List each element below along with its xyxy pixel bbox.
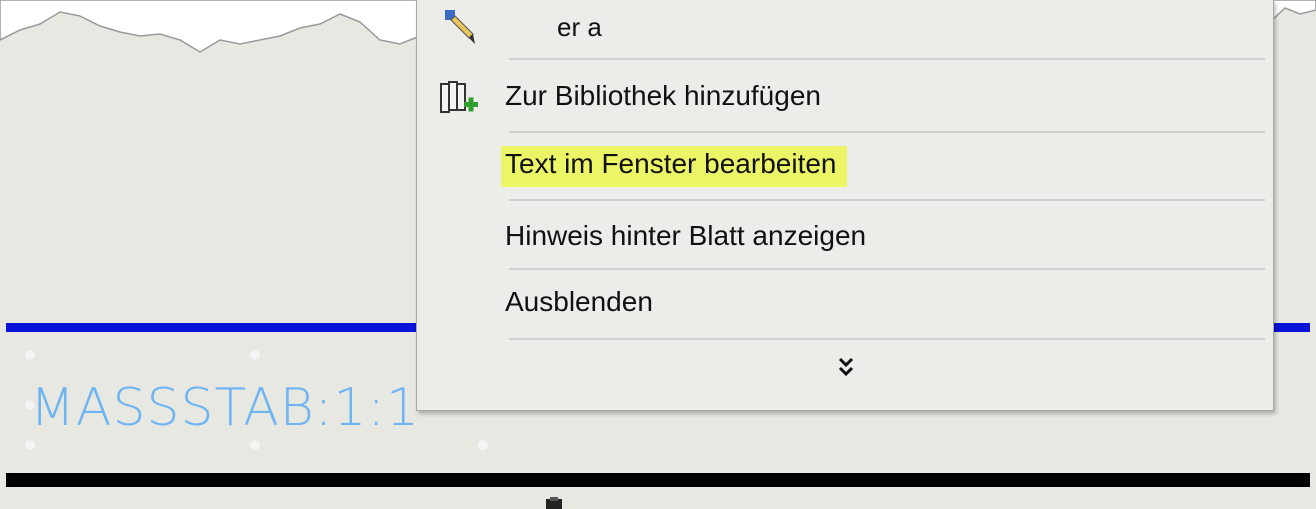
menu-separator bbox=[509, 268, 1265, 270]
title-block-border bbox=[6, 473, 1310, 487]
context-menu: er a Zur Bibliothek hinzufügen Text im F… bbox=[416, 0, 1274, 411]
menu-separator bbox=[509, 131, 1265, 133]
menu-item-partial[interactable]: er a bbox=[557, 12, 602, 43]
partial-icon bbox=[546, 497, 562, 509]
menu-item-hide[interactable]: Ausblenden bbox=[505, 272, 1275, 332]
double-chevron-down-icon[interactable] bbox=[837, 355, 855, 383]
selection-grip[interactable] bbox=[25, 350, 35, 360]
pencil-edit-icon bbox=[445, 10, 475, 44]
menu-item-label: Ausblenden bbox=[505, 286, 653, 317]
menu-item-label: Zur Bibliothek hinzufügen bbox=[505, 80, 821, 111]
menu-item-label: Text im Fenster bearbeiten bbox=[501, 146, 847, 187]
library-add-icon bbox=[440, 81, 478, 113]
menu-separator bbox=[509, 199, 1265, 201]
menu-item-edit-text-in-window[interactable]: Text im Fenster bearbeiten bbox=[501, 134, 1275, 194]
menu-separator bbox=[509, 338, 1265, 340]
menu-item-label: Hinweis hinter Blatt anzeigen bbox=[505, 220, 867, 251]
menu-item-add-to-library[interactable]: Zur Bibliothek hinzufügen bbox=[505, 66, 1275, 126]
scale-text[interactable]: MASSSTAB:1:1 bbox=[30, 378, 420, 438]
menu-separator bbox=[509, 58, 1265, 60]
selection-grip[interactable] bbox=[25, 440, 35, 450]
selection-grip[interactable] bbox=[250, 350, 260, 360]
selection-grip[interactable] bbox=[250, 440, 260, 450]
drawing-canvas[interactable]: MASSSTAB:1:1 er a Zur Bibliothek hinzufü… bbox=[0, 0, 1316, 509]
menu-item-show-note-behind-sheet[interactable]: Hinweis hinter Blatt anzeigen bbox=[505, 206, 1275, 266]
selection-grip[interactable] bbox=[478, 440, 488, 450]
